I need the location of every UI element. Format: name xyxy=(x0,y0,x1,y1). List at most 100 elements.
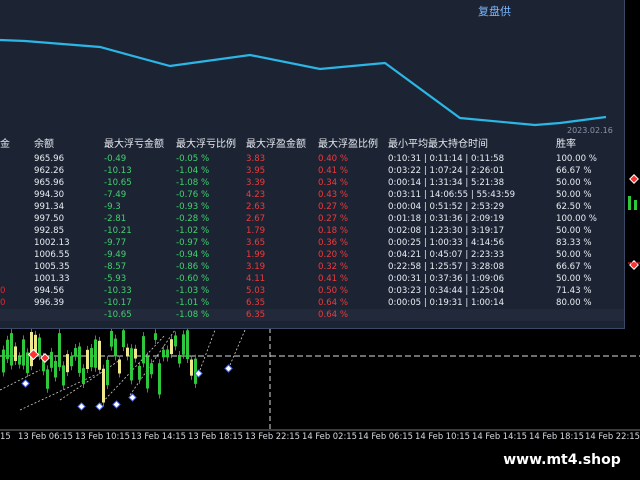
table-cell: 100.00 % xyxy=(556,214,597,224)
col-header: 最大浮盈金额 xyxy=(246,139,306,150)
table-cell: 0:22:58 | 1:25:57 | 3:28:08 xyxy=(388,262,505,272)
candle-body xyxy=(58,333,61,367)
time-axis-label: 14 Feb 02:15 xyxy=(302,431,357,441)
table-cell: 50.00 % xyxy=(556,250,592,260)
candle-body xyxy=(182,334,185,355)
time-axis-label: 13 Feb 06:15 xyxy=(18,431,73,441)
table-cell xyxy=(0,177,34,189)
table-cell: -8.57 xyxy=(104,262,127,272)
table-cell: 0:01:18 | 0:31:36 | 2:09:19 xyxy=(388,214,505,224)
candle-body xyxy=(174,335,177,347)
table-cell: 0.40 % xyxy=(318,154,349,164)
col-header: 最小平均最大持仓时间 xyxy=(388,139,488,150)
candle-body xyxy=(138,365,141,380)
table-cell xyxy=(388,309,556,321)
table-cell: -0.86 % xyxy=(176,262,210,272)
table-cell: -10.13 xyxy=(104,166,132,176)
candle-body xyxy=(50,351,53,368)
table-cell: 6.35 xyxy=(246,298,266,308)
table-cell: 50.00 % xyxy=(556,226,592,236)
candle-body xyxy=(114,338,117,357)
table-cell: 0.20 % xyxy=(318,250,349,260)
table-cell: 0:03:11 | 14:06:55 | 55:43:59 xyxy=(388,190,516,200)
table-cell: -2.81 xyxy=(104,214,127,224)
candle-body xyxy=(14,346,17,361)
candle-body xyxy=(22,339,25,366)
table-cell: 0:00:05 | 0:19:31 | 1:00:14 xyxy=(388,298,505,308)
table-row: -10.65 -1.08 % 6.35 0.64 % xyxy=(0,309,624,321)
table-cell xyxy=(0,273,34,285)
table-cell: 50.00 % xyxy=(556,274,592,284)
candles xyxy=(2,326,197,407)
table-cell: -10.33 xyxy=(104,286,132,296)
table-cell: 0.64 % xyxy=(318,298,349,308)
candle-body xyxy=(70,356,73,367)
candle-body xyxy=(154,333,157,340)
table-cell: 994.30 xyxy=(34,190,65,200)
time-axis-label: 14 Feb 22:15 xyxy=(585,431,640,441)
candle-body xyxy=(2,349,5,373)
time-axis-label: 14 Feb 14:15 xyxy=(472,431,527,441)
table-cell: -0.60 % xyxy=(176,274,210,284)
table-cell xyxy=(0,165,34,177)
table-header-row: 金 余额 最大浮亏金额 最大浮亏比例 最大浮盈金额 最大浮盈比例 最小平均最大持… xyxy=(0,137,624,153)
table-cell: 62.50 % xyxy=(556,202,592,212)
time-axis-label: 13 Feb 18:15 xyxy=(188,431,243,441)
candle-body xyxy=(134,348,137,359)
candle-body xyxy=(106,359,109,386)
col-header: 最大浮亏金额 xyxy=(104,139,164,150)
col-header: 余额 xyxy=(34,139,54,150)
table-cell: 1.99 xyxy=(246,250,266,260)
table-cell: 1002.13 xyxy=(34,238,70,248)
table-cell: 3.19 xyxy=(246,262,266,272)
table-cell: 965.96 xyxy=(34,154,65,164)
table-cell xyxy=(34,309,104,321)
candle-body xyxy=(90,348,93,368)
table-cell: -1.02 % xyxy=(176,226,210,236)
candle-body xyxy=(150,363,153,375)
candle-body xyxy=(110,330,113,347)
table-cell: -0.76 % xyxy=(176,190,210,200)
table-cell: 0.64 % xyxy=(318,309,388,321)
table-cell: 3.83 xyxy=(246,154,266,164)
table-cell: -10.65 xyxy=(104,309,176,321)
table-cell: 3.95 xyxy=(246,166,266,176)
table-cell: -9.3 xyxy=(104,202,121,212)
table-cell: 0:00:04 | 0:51:52 | 2:53:29 xyxy=(388,202,505,212)
candle-body xyxy=(170,339,173,355)
table-cell: 0.36 % xyxy=(318,238,349,248)
table-cell: 0 xyxy=(0,298,6,308)
table-cell: 100.00 % xyxy=(556,154,597,164)
col-header: 最大浮亏比例 xyxy=(176,139,236,150)
time-axis-label: 13 Feb 10:15 xyxy=(75,431,130,441)
table-cell: -1.08 % xyxy=(176,309,246,321)
table-cell xyxy=(0,201,34,213)
candle-body xyxy=(118,359,121,374)
table-cell: 71.43 % xyxy=(556,286,592,296)
table-cell: 991.34 xyxy=(34,202,65,212)
table-cell: 0 xyxy=(0,286,6,296)
table-cell: 0.43 % xyxy=(318,190,349,200)
table-cell: 996.39 xyxy=(34,298,65,308)
table-cell: 1001.33 xyxy=(34,274,70,284)
right-edge-candles xyxy=(628,196,640,264)
candle-body xyxy=(190,359,193,376)
table-cell xyxy=(0,249,34,261)
table-cell: 80.00 % xyxy=(556,298,592,308)
table-cell: -10.21 xyxy=(104,226,132,236)
table-cell: 0:00:25 | 1:00:33 | 4:14:56 xyxy=(388,238,505,248)
candle-body xyxy=(78,346,81,373)
stats-table: 金 余额 最大浮亏金额 最大浮亏比例 最大浮盈金额 最大浮盈比例 最小平均最大持… xyxy=(0,137,624,321)
table-cell: 2.63 xyxy=(246,202,266,212)
table-cell: -0.97 % xyxy=(176,238,210,248)
table-cell: 0.50 % xyxy=(318,286,349,296)
candle-body xyxy=(126,347,129,357)
table-cell: 6.35 xyxy=(246,309,318,321)
table-row: 997.50 -2.81 -0.28 % 2.67 0.27 % 0:01:18 | 0:… xyxy=(0,213,624,225)
table-cell: 0.27 % xyxy=(318,214,349,224)
equity-line xyxy=(0,38,607,127)
table-row: 1001.33 -5.93 -0.60 % 4.11 0.41 % 0:00:31 | 0… xyxy=(0,273,624,285)
candle-body xyxy=(82,368,85,384)
candle-body xyxy=(186,330,189,360)
table-cell: -9.49 xyxy=(104,250,127,260)
